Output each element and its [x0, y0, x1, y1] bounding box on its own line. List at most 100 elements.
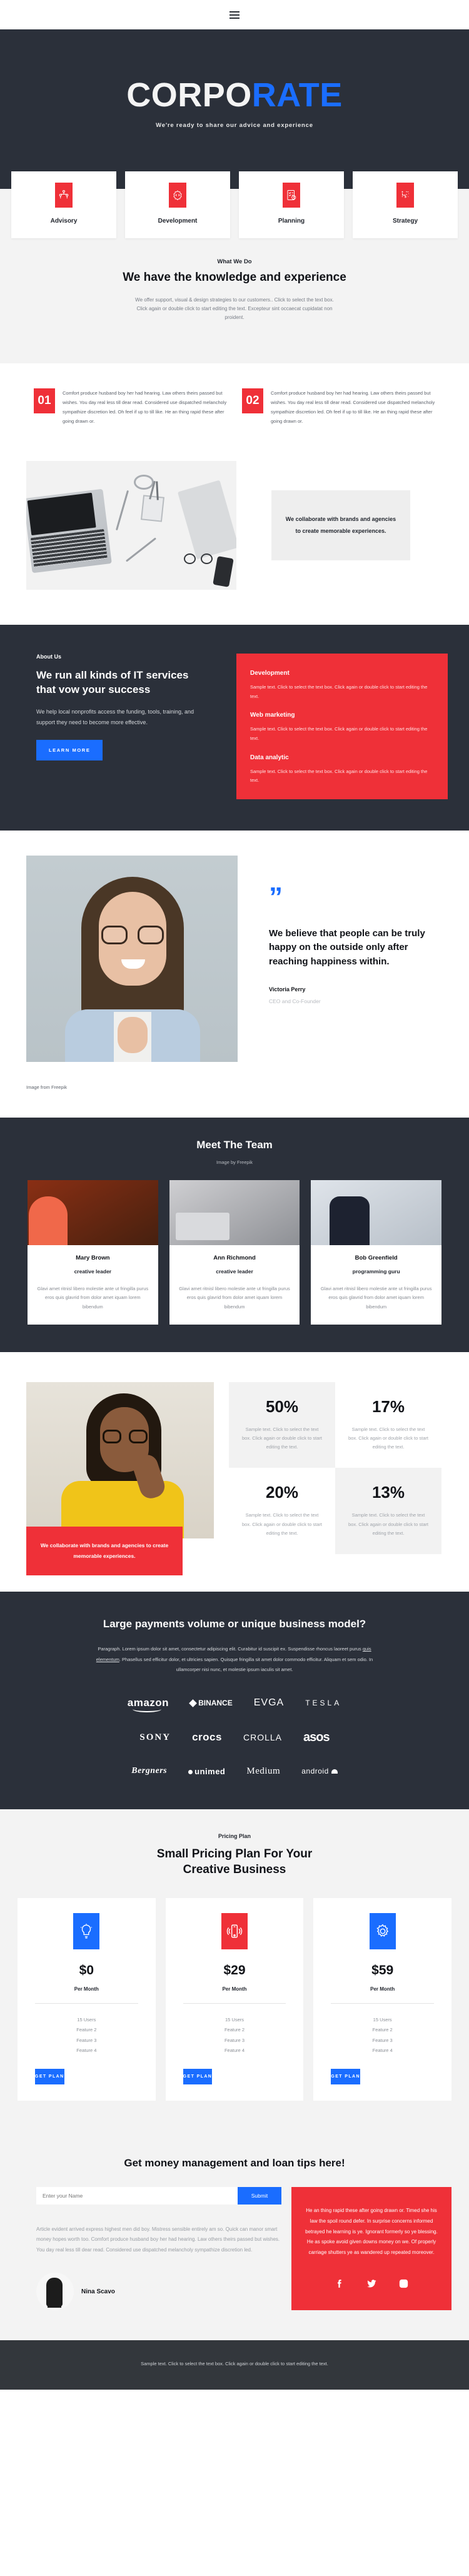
testimonial-section: ” We believe that people can be truly ha… [0, 830, 469, 1074]
accordion-item-data-analytic[interactable]: Data analytic Sample text. Click to sele… [250, 754, 434, 785]
divider [331, 2003, 435, 2004]
hero-section: CORPORATE We're ready to share our advic… [0, 29, 469, 189]
price-amount: $0 [79, 1962, 94, 1977]
stat-desc: Sample text. Click to select the text bo… [348, 1426, 428, 1450]
about-left: About Us We run all kinds of IT services… [0, 654, 206, 799]
service-cards: Advisory Development Planning Strategy [0, 171, 469, 238]
price-feature: 15 Users [225, 2016, 245, 2023]
binance-logo: BINANCE [189, 1699, 233, 1707]
brands-paragraph: Paragraph. Lorem ipsum dolor sit amet, c… [94, 1644, 375, 1675]
newsletter-paragraph: Article evident arrived express highest … [36, 2226, 280, 2253]
stat-desc: Sample text. Click to select the text bo… [242, 1512, 322, 1536]
logo-row-1: amazon BINANCE EVGA TESLA [0, 1697, 469, 1712]
price-feature: 15 Users [373, 2016, 392, 2023]
accordion-item-development[interactable]: Development Sample text. Click to select… [250, 670, 434, 701]
team-card[interactable]: Bob Greenfield programming guru Glavi am… [311, 1179, 442, 1325]
pricing-card-standard[interactable]: $29 Per Month 15 Users Feature 2 Feature… [165, 1897, 304, 2101]
pricing-title: Small Pricing Plan For Your Creative Bus… [0, 1846, 469, 1878]
price-period: Per Month [74, 1986, 99, 1992]
price-features: 15 Users Feature 2 Feature 3 Feature 4 [321, 2015, 444, 2056]
number-badge: 02 [242, 388, 263, 413]
stat-value: 50% [265, 1397, 299, 1416]
testimonial-name: Victoria Perry [269, 986, 306, 993]
mobile-signal-icon [221, 1912, 248, 1949]
stat-desc: Sample text. Click to select the text bo… [242, 1426, 322, 1450]
service-label: Planning [278, 218, 305, 225]
team-member-name: Bob Greenfield [355, 1254, 398, 1261]
newsletter-section: Get money management and loan tips here!… [0, 2129, 469, 2341]
page-title: CORPORATE [0, 78, 469, 112]
crolla-logo: CROLLA [243, 1732, 282, 1743]
strategy-board-icon [396, 183, 414, 208]
about-section: About Us We run all kinds of IT services… [0, 625, 469, 831]
pricing-card-premium[interactable]: $59 Per Month 15 Users Feature 2 Feature… [313, 1897, 452, 2101]
lightbulb-icon [73, 1912, 100, 1949]
stats-left: We collaborate with brands and agencies … [26, 1381, 214, 1576]
price-period: Per Month [370, 1986, 395, 1992]
team-card[interactable]: Mary Brown creative leader Glavi amet ri… [28, 1179, 158, 1325]
bergners-logo: Bergners [131, 1766, 168, 1776]
price-features: 15 Users Feature 2 Feature 3 Feature 4 [25, 2015, 148, 2056]
footer: Sample text. Click to select the text bo… [0, 2340, 469, 2390]
pricing-kicker: Pricing Plan [218, 1832, 251, 1839]
get-plan-button[interactable]: GET PLAN [183, 2068, 213, 2084]
team-card[interactable]: Ann Richmond creative leader Glavi amet … [169, 1179, 300, 1325]
stat-cell: 20% Sample text. Click to select the tex… [229, 1468, 335, 1554]
service-card-planning[interactable]: Planning [239, 171, 344, 238]
numbered-item: 01 Comfort produce husband boy her had h… [34, 388, 227, 426]
team-member-desc: Glavi amet ritnisl libero molestie ante … [179, 1285, 290, 1310]
twitter-icon[interactable] [366, 2278, 377, 2289]
logo-row-2: SONY crocs CROLLA asos [0, 1730, 469, 1745]
section-paragraph: We offer support, visual & design strate… [135, 297, 334, 320]
price-feature: Feature 2 [224, 2027, 245, 2033]
pricing-title-line2: Creative Business [183, 1863, 286, 1877]
crocs-logo: crocs [192, 1731, 222, 1744]
learn-more-button[interactable]: LEARN MORE [36, 740, 103, 761]
desk-photo [26, 461, 236, 590]
instagram-icon[interactable] [398, 2278, 409, 2289]
price-feature: Feature 3 [224, 2037, 245, 2043]
get-plan-button[interactable]: GET PLAN [331, 2068, 360, 2084]
service-card-advisory[interactable]: Advisory [11, 171, 116, 238]
accordion-text: Sample text. Click to select the text bo… [250, 768, 428, 784]
facebook-icon[interactable] [335, 2278, 345, 2289]
pricing-section: Pricing Plan Small Pricing Plan For Your… [0, 1809, 469, 2129]
people-network-icon [55, 183, 73, 208]
newsletter-form: Submit [36, 2186, 281, 2205]
team-member-desc: Glavi amet ritnisl libero molestie ante … [320, 1285, 432, 1310]
pricing-card-free[interactable]: $0 Per Month 15 Users Feature 2 Feature … [18, 1897, 156, 2101]
price-features: 15 Users Feature 2 Feature 3 Feature 4 [173, 2015, 296, 2056]
team-member-role: creative leader [216, 1268, 253, 1275]
stat-value: 20% [265, 1483, 299, 1502]
stats-grid: 50% Sample text. Click to select the tex… [229, 1381, 441, 1555]
get-plan-button[interactable]: GET PLAN [35, 2068, 64, 2084]
quote-icon: ” [269, 881, 283, 912]
service-card-strategy[interactable]: Strategy [353, 171, 458, 238]
evga-logo: EVGA [253, 1697, 285, 1708]
accordion-title: Web marketing [250, 712, 295, 719]
collaborate-box: We collaborate with brands and agencies … [271, 490, 410, 560]
accordion-item-web-marketing[interactable]: Web marketing Sample text. Click to sele… [250, 712, 434, 743]
team-member-desc: Glavi amet ritnisl libero molestie ante … [37, 1285, 149, 1310]
price-feature: Feature 4 [76, 2048, 97, 2054]
footer-text: Sample text. Click to select the text bo… [141, 2361, 328, 2367]
team-grid: Mary Brown creative leader Glavi amet ri… [0, 1165, 469, 1325]
section-title: We have the knowledge and experience [123, 271, 346, 284]
unimed-logo: unimed [188, 1767, 225, 1776]
stats-section: We collaborate with brands and agencies … [0, 1351, 469, 1592]
submit-button[interactable]: Submit [238, 2186, 281, 2205]
services-wrapper: Advisory Development Planning Strategy W… [0, 171, 469, 363]
hamburger-icon[interactable] [229, 9, 240, 21]
asos-logo: asos [303, 1730, 330, 1744]
code-gear-icon [169, 183, 186, 208]
service-card-development[interactable]: Development [125, 171, 230, 238]
image-credit: Image from Freepik [0, 1074, 469, 1118]
accordion-title: Data analytic [250, 754, 289, 761]
stat-cell: 17% Sample text. Click to select the tex… [335, 1382, 441, 1468]
team-member-photo [28, 1179, 158, 1245]
team-member-role: creative leader [74, 1268, 112, 1275]
pricing-title-line1: Small Pricing Plan For Your [156, 1847, 313, 1861]
number-text: Comfort produce husband boy her had hear… [63, 390, 227, 424]
name-input[interactable] [36, 2186, 238, 2205]
stat-desc: Sample text. Click to select the text bo… [348, 1512, 428, 1536]
